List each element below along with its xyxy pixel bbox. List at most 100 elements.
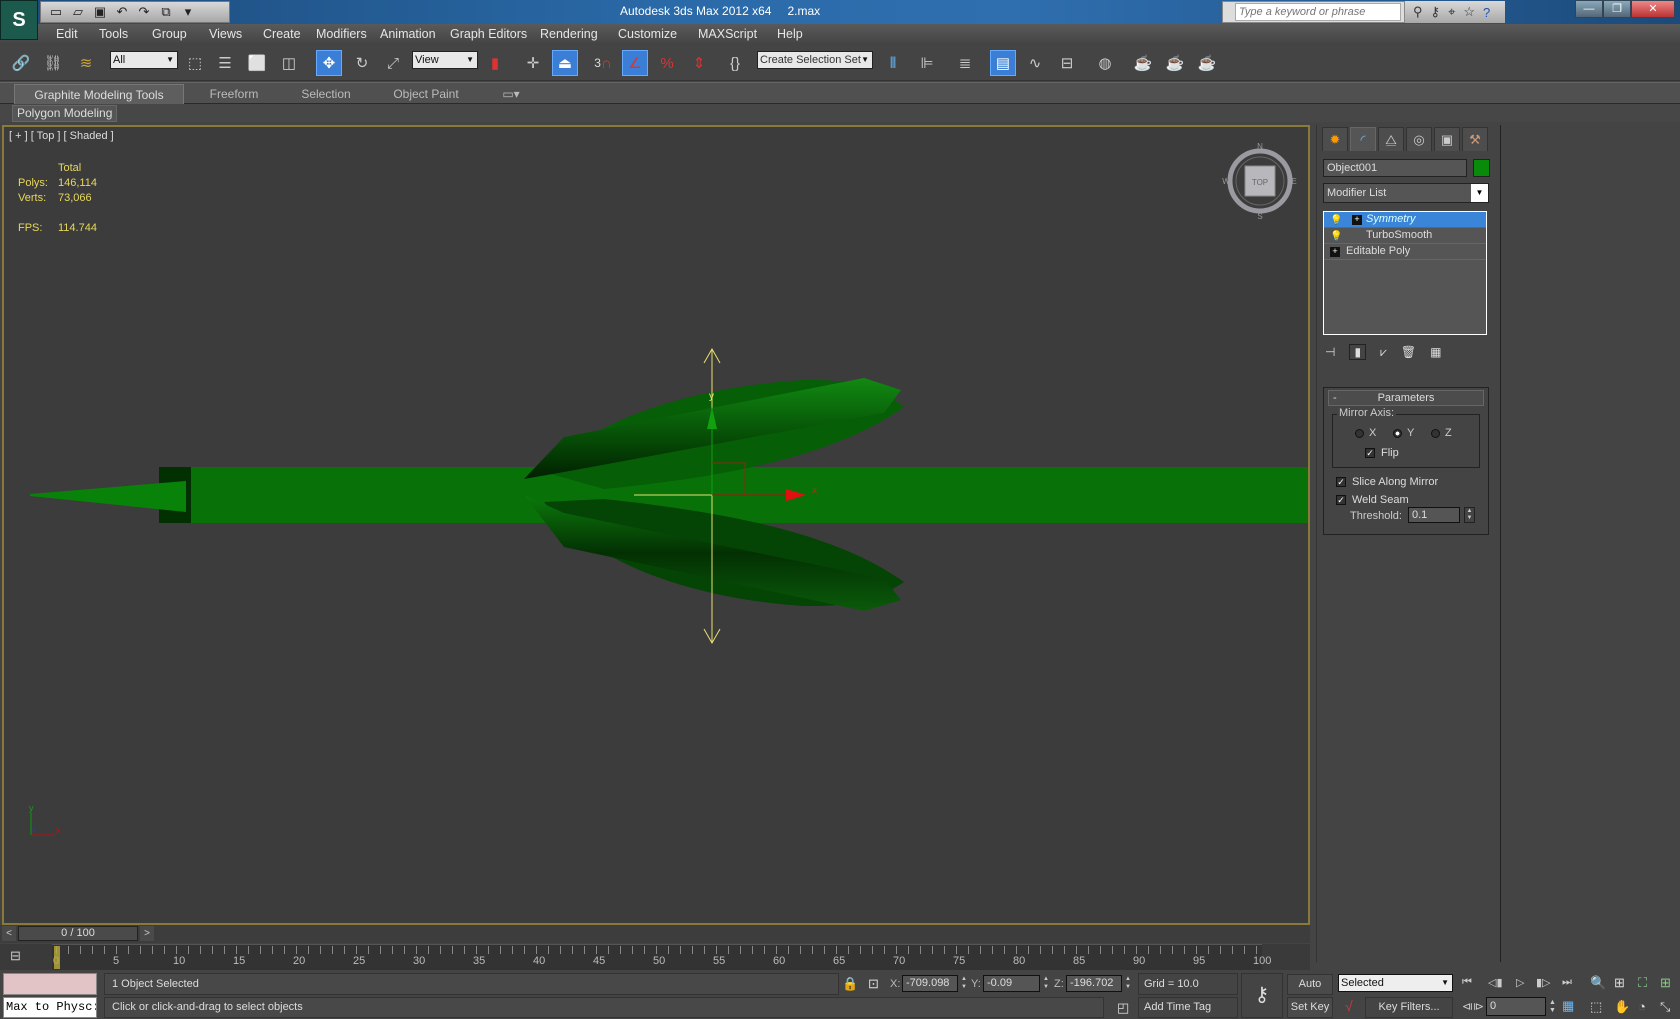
make-unique-icon[interactable]: ⩗: [1380, 345, 1387, 360]
play-icon[interactable]: ▷: [1516, 976, 1524, 989]
key-filters-button[interactable]: Key Filters...: [1365, 997, 1453, 1018]
help-icon[interactable]: ?: [1483, 5, 1490, 20]
next-frame-icon[interactable]: ▮▷: [1536, 976, 1551, 989]
go-to-end-icon[interactable]: ⏭: [1562, 976, 1572, 989]
mirror-icon[interactable]: ⫴: [880, 50, 906, 76]
select-and-move-icon[interactable]: ✥: [316, 50, 342, 76]
select-object-icon[interactable]: ⬚: [182, 50, 208, 76]
viewport-top[interactable]: [ + ] [ Top ] [ Shaded ] Total Polys: 14…: [2, 125, 1310, 925]
menu-tools[interactable]: Tools: [99, 27, 128, 41]
menu-customize[interactable]: Customize: [618, 27, 677, 41]
polygon-modeling-panel[interactable]: Polygon Modeling: [12, 105, 118, 122]
menu-create[interactable]: Create: [263, 27, 301, 41]
undo-icon[interactable]: ↶: [113, 4, 131, 20]
pan-icon[interactable]: ✋: [1614, 999, 1630, 1015]
selection-filter-dropdown[interactable]: All: [110, 51, 178, 69]
expand-icon[interactable]: +: [1330, 247, 1340, 257]
slice-along-mirror-checkbox[interactable]: ✓ Slice Along Mirror: [1336, 476, 1438, 488]
project-folder-icon[interactable]: ⧉: [157, 4, 175, 20]
weld-seam-checkbox[interactable]: ✓ Weld Seam: [1336, 494, 1409, 506]
tip-spike-mesh[interactable]: [30, 481, 186, 512]
orbit-icon[interactable]: ◔: [1638, 999, 1646, 1014]
percent-snap-icon[interactable]: %: [654, 50, 680, 76]
redo-icon[interactable]: ↷: [135, 4, 153, 20]
layer-manager-icon[interactable]: ≣: [952, 50, 978, 76]
menu-rendering[interactable]: Rendering: [540, 27, 598, 41]
window-crossing-icon[interactable]: ◫: [276, 50, 302, 76]
create-tab-icon[interactable]: ✹: [1322, 127, 1348, 151]
spinner-snap-icon[interactable]: ⇕: [686, 50, 712, 76]
y-coordinate-input[interactable]: -0.09: [983, 975, 1040, 992]
rendered-frame-window-icon[interactable]: ☕: [1162, 50, 1188, 76]
satellite-icon[interactable]: ⌖: [1448, 4, 1455, 20]
menu-maxscript[interactable]: MAXScript: [698, 27, 757, 41]
maximize-viewport-icon[interactable]: ⤡: [1660, 999, 1670, 1015]
add-time-tag-button[interactable]: Add Time Tag: [1138, 997, 1238, 1018]
zoom-region-icon[interactable]: ⬚: [1590, 999, 1602, 1015]
stack-item-editable-poly[interactable]: + Editable Poly: [1324, 244, 1486, 260]
zoom-extents-icon[interactable]: ⛶: [1638, 975, 1647, 991]
time-tag-icon[interactable]: ◰: [1117, 1000, 1129, 1016]
y-spinner[interactable]: ▲ ▼: [1042, 975, 1050, 992]
open-icon[interactable]: ▱: [69, 4, 87, 20]
keyboard-shortcut-override-icon[interactable]: ⏏: [552, 50, 578, 76]
current-frame-input[interactable]: 0: [1486, 997, 1546, 1016]
select-manipulate-icon[interactable]: ✛: [520, 50, 546, 76]
render-setup-icon[interactable]: ☕: [1130, 50, 1156, 76]
menu-views[interactable]: Views: [209, 27, 242, 41]
lightbulb-icon[interactable]: 💡: [1330, 213, 1342, 228]
close-button[interactable]: ✕: [1631, 0, 1675, 18]
selection-lock-icon[interactable]: 🔒: [842, 976, 858, 992]
time-slider-thumb[interactable]: 0 / 100: [18, 926, 138, 941]
link-icon[interactable]: 🔗: [8, 50, 34, 76]
zoom-all-icon[interactable]: ⊞: [1614, 975, 1625, 991]
viewcube[interactable]: TOP N E S W: [1222, 142, 1296, 221]
pivot-center-icon[interactable]: ▮: [482, 50, 508, 76]
edit-named-selection-icon[interactable]: {}: [722, 50, 748, 76]
menu-edit[interactable]: Edit: [56, 27, 78, 41]
render-production-icon[interactable]: ☕: [1194, 50, 1220, 76]
modify-tab-icon[interactable]: ◜: [1350, 127, 1376, 151]
track-scale[interactable]: 0510152025303540455055606570758085909510…: [52, 944, 1271, 970]
maxscript-listener-input[interactable]: Max to Physc:: [3, 997, 97, 1018]
maxscript-listener-output[interactable]: [3, 973, 97, 995]
new-icon[interactable]: ▭: [47, 4, 65, 20]
frame-spinner[interactable]: ▲ ▼: [1549, 999, 1556, 1015]
star-icon[interactable]: ☆: [1463, 4, 1475, 20]
reference-coordinate-dropdown[interactable]: View: [412, 51, 478, 69]
object-name-field[interactable]: Object001: [1323, 159, 1467, 177]
select-and-scale-icon[interactable]: ⤢: [380, 50, 406, 76]
object-color-swatch[interactable]: [1473, 159, 1490, 177]
time-slider-prev-button[interactable]: <: [2, 926, 16, 941]
default-tangent-icon[interactable]: √: [1345, 998, 1353, 1014]
viewcube-face-label[interactable]: TOP: [1252, 178, 1268, 187]
set-keys-key-icon[interactable]: ⚷: [1241, 973, 1283, 1018]
absolute-mode-icon[interactable]: ⊡: [868, 976, 879, 992]
save-icon[interactable]: ▣: [91, 4, 109, 20]
time-configuration-icon[interactable]: ▦: [1562, 998, 1574, 1014]
select-by-name-icon[interactable]: ☰: [212, 50, 238, 76]
lightbulb-icon[interactable]: 💡: [1330, 229, 1342, 244]
z-spinner[interactable]: ▲ ▼: [1124, 975, 1132, 992]
modifier-list-dropdown[interactable]: Modifier List ▼: [1323, 183, 1489, 203]
axis-z-radio[interactable]: Z: [1431, 427, 1452, 439]
hierarchy-tab-icon[interactable]: ⧋: [1378, 127, 1404, 151]
menu-group[interactable]: Group: [152, 27, 187, 41]
ribbon-tab-object-paint[interactable]: Object Paint: [376, 84, 476, 104]
set-key-button[interactable]: Set Key: [1287, 997, 1333, 1018]
current-time-marker[interactable]: [54, 946, 60, 969]
flip-checkbox[interactable]: ✓ Flip: [1365, 447, 1399, 459]
align-icon[interactable]: ⊫: [914, 50, 940, 76]
curve-editor-icon[interactable]: ∿: [1022, 50, 1048, 76]
menu-help[interactable]: Help: [777, 27, 803, 41]
x-spinner[interactable]: ▲ ▼: [960, 975, 968, 992]
zoom-icon[interactable]: 🔍: [1590, 975, 1606, 991]
named-selection-set-dropdown[interactable]: Create Selection Set: [757, 51, 873, 69]
ribbon-tab-graphite[interactable]: Graphite Modeling Tools: [14, 84, 184, 104]
time-slider-next-button[interactable]: >: [140, 926, 154, 941]
stack-item-symmetry[interactable]: 💡 + Symmetry: [1324, 212, 1486, 228]
axis-x-radio[interactable]: X: [1355, 427, 1376, 439]
motion-tab-icon[interactable]: ◎: [1406, 127, 1432, 151]
threshold-spinner[interactable]: ▲ ▼: [1464, 507, 1475, 523]
show-end-result-icon[interactable]: ▮: [1349, 344, 1367, 360]
